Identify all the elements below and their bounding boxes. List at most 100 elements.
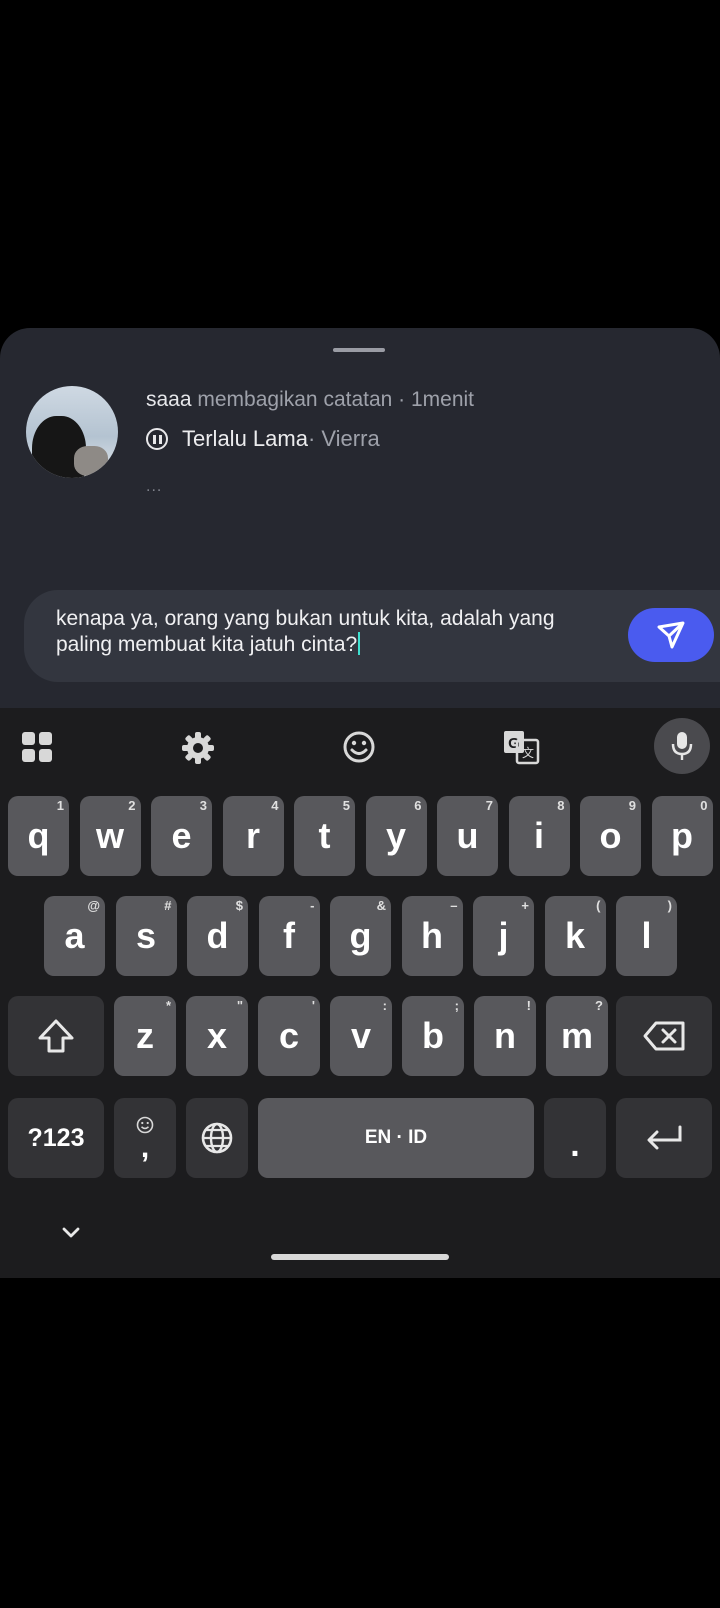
key-g[interactable]: g & bbox=[330, 896, 391, 976]
key-hint: ; bbox=[454, 998, 459, 1013]
chevron-down-icon[interactable] bbox=[60, 1226, 82, 1245]
key-c[interactable]: c ' bbox=[258, 996, 320, 1076]
key-hint: * bbox=[165, 998, 171, 1013]
key-m[interactable]: m? bbox=[546, 996, 608, 1076]
key-k[interactable]: k( bbox=[544, 896, 606, 976]
translate-icon[interactable]: G文 bbox=[501, 728, 541, 766]
key-o[interactable]: o9 bbox=[580, 796, 641, 876]
key-label: o bbox=[599, 815, 622, 856]
emoji-icon[interactable] bbox=[341, 729, 377, 765]
key-label: d bbox=[206, 915, 229, 956]
key-hint: & bbox=[376, 898, 386, 913]
key-u[interactable]: u7 bbox=[437, 796, 498, 876]
key-hint: 9 bbox=[628, 798, 636, 813]
key-label: v bbox=[350, 1015, 372, 1056]
key-v[interactable]: v: bbox=[330, 996, 392, 1076]
key-hint: $ bbox=[235, 898, 243, 913]
song-artist: · Vierra bbox=[307, 426, 380, 451]
key-label: x bbox=[206, 1015, 228, 1056]
key-hint: 4 bbox=[271, 798, 279, 813]
key-label: q bbox=[27, 815, 50, 856]
key-hint: - bbox=[310, 898, 315, 913]
backspace-icon bbox=[643, 1021, 685, 1051]
apps-grid-icon[interactable] bbox=[20, 730, 54, 764]
mic-icon bbox=[671, 732, 693, 760]
key-z[interactable]: z * bbox=[114, 996, 176, 1076]
key-label: i bbox=[533, 815, 544, 856]
period-label: . bbox=[570, 1126, 580, 1164]
username[interactable]: saaa bbox=[146, 388, 192, 411]
key-label: k bbox=[564, 915, 586, 956]
send-button[interactable] bbox=[628, 608, 714, 662]
key-b[interactable]: b; bbox=[402, 996, 464, 1076]
key-q[interactable]: q1 bbox=[8, 796, 69, 876]
key-p[interactable]: p0 bbox=[651, 796, 713, 876]
key-hint: 8 bbox=[557, 798, 565, 813]
key-label: m bbox=[560, 1015, 593, 1056]
key-hint: ' bbox=[311, 998, 315, 1013]
key-j[interactable]: j + bbox=[473, 896, 534, 976]
key-label: u bbox=[456, 815, 479, 856]
enter-key[interactable] bbox=[616, 1098, 712, 1178]
avatar[interactable] bbox=[26, 386, 118, 478]
space-key[interactable]: EN · ID bbox=[258, 1098, 534, 1178]
key-i[interactable]: i8 bbox=[508, 796, 570, 876]
emoji-comma-key[interactable]: , bbox=[114, 1098, 176, 1178]
key-label: t bbox=[318, 815, 331, 856]
mic-button[interactable] bbox=[654, 718, 710, 774]
key-label: n bbox=[494, 1015, 516, 1056]
key-d[interactable]: d $ bbox=[187, 896, 248, 976]
language-globe-key[interactable] bbox=[186, 1098, 248, 1178]
key-hint: 7 bbox=[485, 798, 493, 813]
home-gesture-bar[interactable] bbox=[271, 1254, 449, 1260]
key-label: a bbox=[64, 915, 85, 956]
key-hint: ) bbox=[667, 898, 672, 913]
key-f[interactable]: f- bbox=[258, 896, 320, 976]
reply-text-value: kenapa ya, orang yang bukan untuk kita, … bbox=[56, 607, 555, 656]
song-info[interactable]: Terlalu Lama · Vierra bbox=[146, 424, 380, 454]
key-hint: ? bbox=[595, 998, 603, 1013]
key-r[interactable]: r4 bbox=[222, 796, 284, 876]
text-cursor bbox=[358, 632, 361, 655]
key-x[interactable]: x " bbox=[186, 996, 248, 1076]
key-hint: ( bbox=[596, 898, 601, 913]
key-h[interactable]: h – bbox=[401, 896, 463, 976]
key-a[interactable]: a @ bbox=[44, 896, 105, 976]
period-key[interactable]: . bbox=[544, 1098, 606, 1178]
key-label: g bbox=[349, 915, 372, 956]
key-e[interactable]: e3 bbox=[151, 796, 212, 876]
key-hint: ! bbox=[526, 998, 531, 1013]
post-action-meta: membagikan catatan · 1menit bbox=[191, 388, 475, 411]
key-label: e bbox=[171, 815, 192, 856]
key-label: r bbox=[245, 815, 260, 856]
comma-label: , bbox=[140, 1131, 150, 1164]
settings-gear-icon[interactable] bbox=[180, 730, 216, 766]
song-title: Terlalu Lama bbox=[182, 426, 308, 451]
key-hint: 3 bbox=[199, 798, 207, 813]
key-y[interactable]: y6 bbox=[365, 796, 427, 876]
key-hint: # bbox=[164, 898, 172, 913]
key-hint: 1 bbox=[56, 798, 64, 813]
symbols-key[interactable]: ?123 bbox=[8, 1098, 104, 1178]
key-t[interactable]: t5 bbox=[294, 796, 355, 876]
reply-text[interactable]: kenapa ya, orang yang bukan untuk kita, … bbox=[56, 606, 586, 658]
key-s[interactable]: s # bbox=[115, 896, 177, 976]
globe-icon bbox=[201, 1122, 233, 1154]
key-hint: 6 bbox=[414, 798, 422, 813]
pause-icon[interactable] bbox=[146, 428, 168, 450]
key-w[interactable]: w2 bbox=[79, 796, 141, 876]
key-hint: – bbox=[450, 898, 458, 913]
shift-key[interactable] bbox=[8, 996, 104, 1076]
send-icon bbox=[657, 621, 685, 649]
key-label: w bbox=[95, 815, 124, 856]
key-label: z bbox=[136, 1015, 154, 1056]
key-label: b bbox=[422, 1015, 444, 1056]
backspace-key[interactable] bbox=[616, 996, 712, 1076]
key-l[interactable]: l) bbox=[616, 896, 677, 976]
key-label: h bbox=[421, 915, 443, 956]
sheet-drag-handle[interactable] bbox=[333, 348, 385, 352]
keyboard: G文 q1w2e3r4t5y6u7i8o9p0 a @ s # d $ f - g & h – j + k(… bbox=[0, 708, 720, 1278]
key-hint: 5 bbox=[342, 798, 350, 813]
key-label: s bbox=[135, 915, 157, 956]
key-n[interactable]: n! bbox=[474, 996, 536, 1076]
